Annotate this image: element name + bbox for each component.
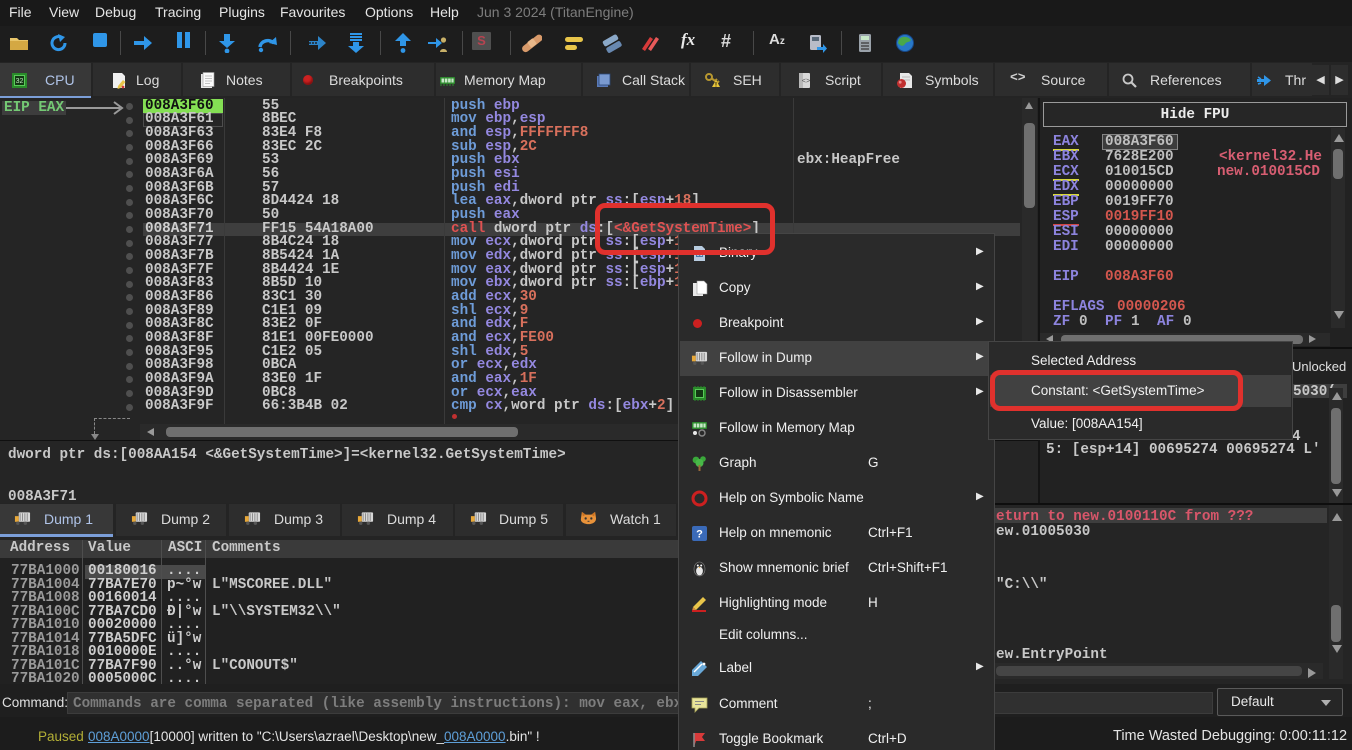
svg-text:!: ! (715, 83, 717, 89)
svg-text:<>: <> (802, 78, 810, 86)
svg-text:?: ? (696, 529, 703, 541)
svg-text:32: 32 (16, 78, 24, 85)
